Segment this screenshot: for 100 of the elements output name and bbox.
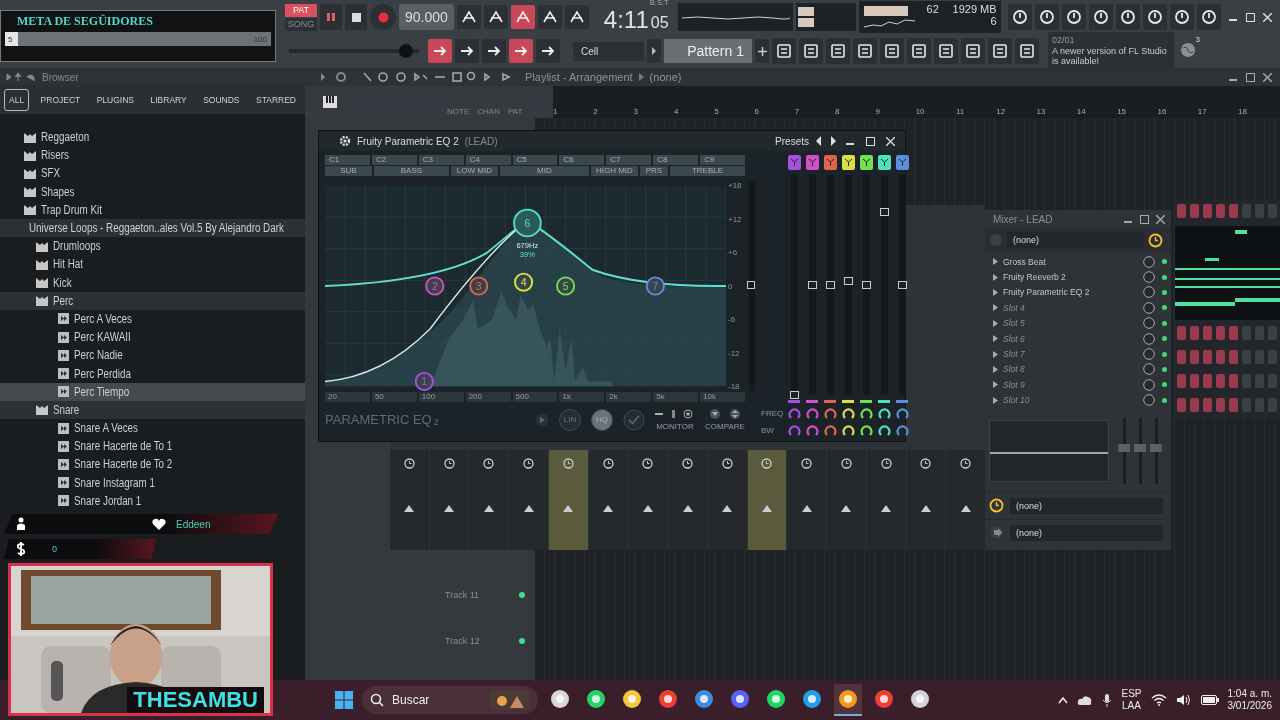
effect-slot[interactable]: Slot 9 [1003, 379, 1138, 390]
frequency-label: 50 [371, 392, 417, 402]
frequency-label: 100 [418, 392, 464, 402]
plugin-title: Fruity Parametric EQ 2 [357, 135, 459, 147]
presets-menu[interactable]: Presets [775, 135, 809, 147]
effect-slot[interactable]: Slot 10 [1003, 395, 1138, 406]
band-handle[interactable]: 5 [556, 276, 576, 296]
bar-number: 3 [633, 107, 640, 116]
bar-number: 18 [1238, 107, 1248, 116]
mixer-title: Mixer - LEAD [993, 213, 1053, 225]
browser-item[interactable]: Perc KAWAII [0, 328, 305, 347]
monitor-label: MONITOR [656, 421, 694, 431]
note-label: C5 [512, 155, 558, 165]
polyphony-reading: 6 [990, 15, 997, 27]
browser-item[interactable]: Snare Jordan 1 [0, 491, 305, 510]
browser-item[interactable]: Snare Instagram 1 [0, 473, 305, 492]
effect-slot[interactable]: Slot 8 [1003, 364, 1138, 375]
knob-label: BW [761, 426, 774, 435]
browser-item[interactable]: Snare Hacerte de To 1 [0, 437, 305, 456]
selected-band-handle[interactable]: 6 [513, 208, 542, 238]
bar-number: 16 [1157, 107, 1168, 116]
note-label: C6 [559, 155, 605, 165]
effect-slot[interactable]: Slot 4 [1003, 302, 1138, 313]
output-selector[interactable]: (none) [1010, 524, 1163, 541]
input-selector[interactable]: (none) [1007, 232, 1144, 248]
keyboard-language[interactable]: ESP [1121, 687, 1142, 700]
browser-tab[interactable]: ALL [4, 89, 30, 111]
browser-item[interactable]: Universe Loops - Reggaeton..ales Vol.5 By Alejandro Dark [0, 218, 305, 238]
band-handle[interactable]: 4 [514, 272, 534, 292]
browser-tab[interactable]: LIBRARY [145, 89, 192, 111]
effect-slot[interactable]: Fruity Parametric EQ 2 [1003, 287, 1138, 298]
output-selector[interactable]: (none) [1010, 497, 1163, 514]
browser-tab[interactable]: STARRED [251, 89, 301, 111]
browser-item[interactable]: SFX [0, 164, 305, 183]
news-panel[interactable]: 02/01 A newer version of FL Studio is available! [1048, 32, 1174, 70]
gain-label: 0 [728, 281, 734, 291]
bar-number: 15 [1117, 107, 1128, 116]
note-label: C1 [325, 155, 370, 165]
bar-number: 13 [1036, 107, 1047, 116]
mode-toggle[interactable]: PAT [285, 3, 317, 17]
bar-number: 4 [673, 107, 680, 116]
gain-label: +12 [728, 214, 743, 224]
effect-slot[interactable]: Gross Beat [1003, 256, 1138, 267]
browser-item[interactable]: Hit Hat [0, 255, 305, 274]
browser-item[interactable]: Kick [0, 273, 305, 292]
search-field[interactable]: Buscar [362, 686, 538, 714]
goal-current: 5 [7, 34, 13, 44]
effect-slot[interactable]: Slot 6 [1003, 333, 1138, 344]
range-label: HIGH MID [590, 166, 638, 176]
browser-item[interactable]: Reggaeton [0, 128, 305, 147]
browser-item[interactable]: Perc Perdida [0, 364, 305, 383]
gain-label: -18 [728, 382, 741, 391]
bar-number: 12 [996, 107, 1007, 116]
range-label: MID [499, 166, 589, 176]
goal-title: META DE SEGÜIDORES [16, 14, 154, 29]
note-label: C2 [371, 155, 417, 165]
song-time: 4:11 [603, 6, 649, 34]
bar-number: 8 [835, 107, 841, 116]
browser-tab[interactable]: SOUNDS [198, 89, 245, 111]
browser-item[interactable]: Risers [0, 146, 305, 165]
news-date: 02/01 [1052, 35, 1076, 46]
playlist-pattern[interactable]: (none) [649, 71, 682, 83]
browser-item[interactable]: Shapes [0, 182, 305, 201]
mode-toggle[interactable]: SONG [285, 17, 317, 31]
frequency-label: 2k [606, 392, 652, 402]
browser-item[interactable]: Snare A Veces [0, 419, 305, 438]
frequency-label: 20 [325, 392, 370, 402]
note-label: C4 [465, 155, 511, 165]
note-label: C3 [418, 155, 464, 165]
browser-item[interactable]: Trap Drum Kit [0, 200, 305, 219]
tempo-display[interactable]: 90.000 [399, 4, 454, 30]
track-header[interactable]: Track 12 [305, 618, 535, 664]
frequency-label: 200 [465, 392, 511, 402]
gain-label: +6 [728, 248, 739, 257]
effect-slot[interactable]: Fruity Reeverb 2 [1003, 272, 1138, 283]
browser-item[interactable]: Perc Nadie [0, 346, 305, 365]
bar-number: 14 [1076, 107, 1087, 116]
range-label: LOW MID [450, 166, 498, 176]
browser-item[interactable]: Perc [0, 291, 305, 310]
keyboard-region[interactable]: LAA [1122, 700, 1141, 713]
donation-amount: 0 [52, 544, 57, 554]
clock-time[interactable]: 1:04 a. m. [1227, 687, 1272, 700]
browser-tab[interactable]: PLUGINS [91, 89, 140, 111]
browser-tab[interactable]: PROJECT [35, 89, 86, 111]
track-header[interactable]: Track 11 [305, 572, 535, 618]
bar-number: 2 [593, 107, 599, 116]
browser-title: Browser [42, 71, 79, 83]
effect-slot[interactable]: Slot 5 [1003, 318, 1138, 329]
range-label: PRS [639, 166, 668, 176]
pattern-selector[interactable]: Pattern 1 [664, 39, 752, 63]
browser-item[interactable]: Perc Tiempo [0, 382, 305, 401]
browser-item[interactable]: Perc A Veces [0, 309, 305, 329]
browser-item[interactable]: Snare Hacerte de To 2 [0, 455, 305, 474]
browser-item[interactable]: Drumloops [0, 237, 305, 256]
compare-label: COMPARE [705, 421, 745, 431]
effect-slot[interactable]: Slot 7 [1003, 349, 1138, 360]
clock-date[interactable]: 3/01/2026 [1227, 700, 1272, 713]
note-label: C9 [700, 155, 745, 165]
snap-dropdown[interactable]: Cell [573, 41, 644, 61]
gain-label: -6 [728, 315, 737, 324]
